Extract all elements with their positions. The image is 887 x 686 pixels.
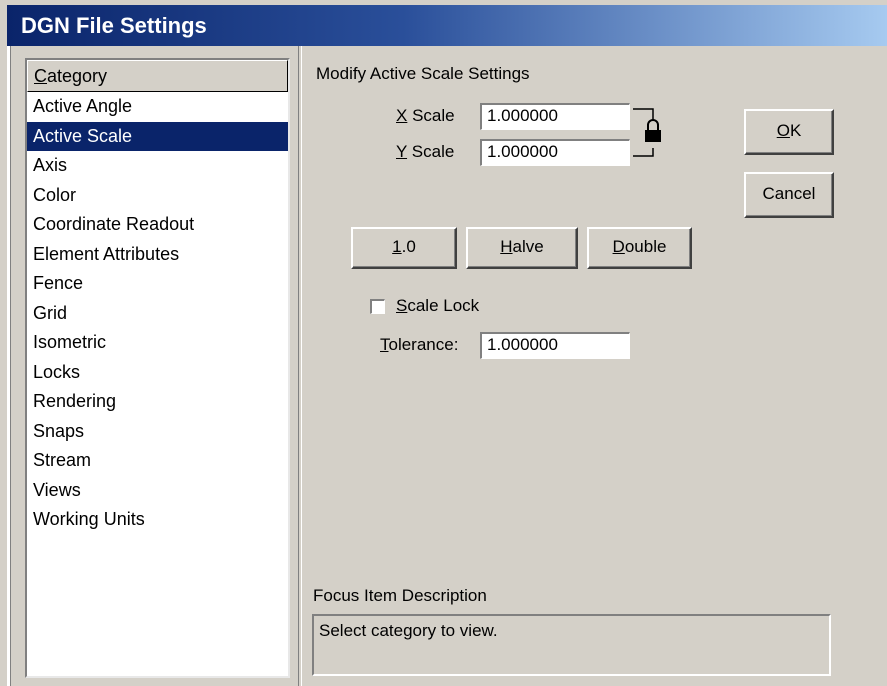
tolerance-input[interactable]: 1.000000 <box>480 332 630 359</box>
category-item-element-attributes[interactable]: Element Attributes <box>27 240 288 270</box>
focus-description-label: Focus Item Description <box>313 586 487 605</box>
window-frame-left <box>7 46 11 686</box>
x-scale-label: X Scale <box>396 106 455 125</box>
panel-heading: Modify Active Scale Settings <box>316 64 530 83</box>
scale-lock-label[interactable]: Scale Lock <box>396 296 479 316</box>
padlock-icon[interactable] <box>632 106 672 162</box>
category-item-active-angle[interactable]: Active Angle <box>27 92 288 122</box>
window-title: DGN File Settings <box>21 13 207 38</box>
category-item-stream[interactable]: Stream <box>27 446 288 476</box>
category-item-color[interactable]: Color <box>27 181 288 211</box>
cancel-button[interactable]: Cancel <box>744 172 834 218</box>
category-item-locks[interactable]: Locks <box>27 358 288 388</box>
category-item-isometric[interactable]: Isometric <box>27 328 288 358</box>
x-scale-input[interactable]: 1.000000 <box>480 103 630 130</box>
scale-lock-checkbox[interactable] <box>370 299 385 314</box>
ok-button[interactable]: OK <box>744 109 834 155</box>
category-item-coordinate-readout[interactable]: Coordinate Readout <box>27 210 288 240</box>
category-item-axis[interactable]: Axis <box>27 151 288 181</box>
double-button[interactable]: Double <box>587 227 692 269</box>
panel-divider <box>298 46 302 686</box>
scale-1-0-button[interactable]: 1.0 <box>351 227 457 269</box>
category-list[interactable]: Category Active Angle Active Scale Axis … <box>25 58 290 678</box>
tolerance-label: Tolerance: <box>380 335 459 354</box>
category-item-views[interactable]: Views <box>27 476 288 506</box>
halve-button[interactable]: Halve <box>466 227 578 269</box>
category-list-header: Category <box>27 60 288 92</box>
focus-description-box: Select category to view. <box>312 614 831 676</box>
category-item-rendering[interactable]: Rendering <box>27 387 288 417</box>
category-item-working-units[interactable]: Working Units <box>27 505 288 535</box>
category-item-fence[interactable]: Fence <box>27 269 288 299</box>
focus-description-text: Select category to view. <box>319 621 498 640</box>
category-item-active-scale[interactable]: Active Scale <box>27 121 288 151</box>
category-item-grid[interactable]: Grid <box>27 299 288 329</box>
category-item-snaps[interactable]: Snaps <box>27 417 288 447</box>
window-title-bar[interactable]: DGN File Settings <box>7 5 887 46</box>
y-scale-label: Y Scale <box>396 142 455 161</box>
y-scale-input[interactable]: 1.000000 <box>480 139 630 166</box>
